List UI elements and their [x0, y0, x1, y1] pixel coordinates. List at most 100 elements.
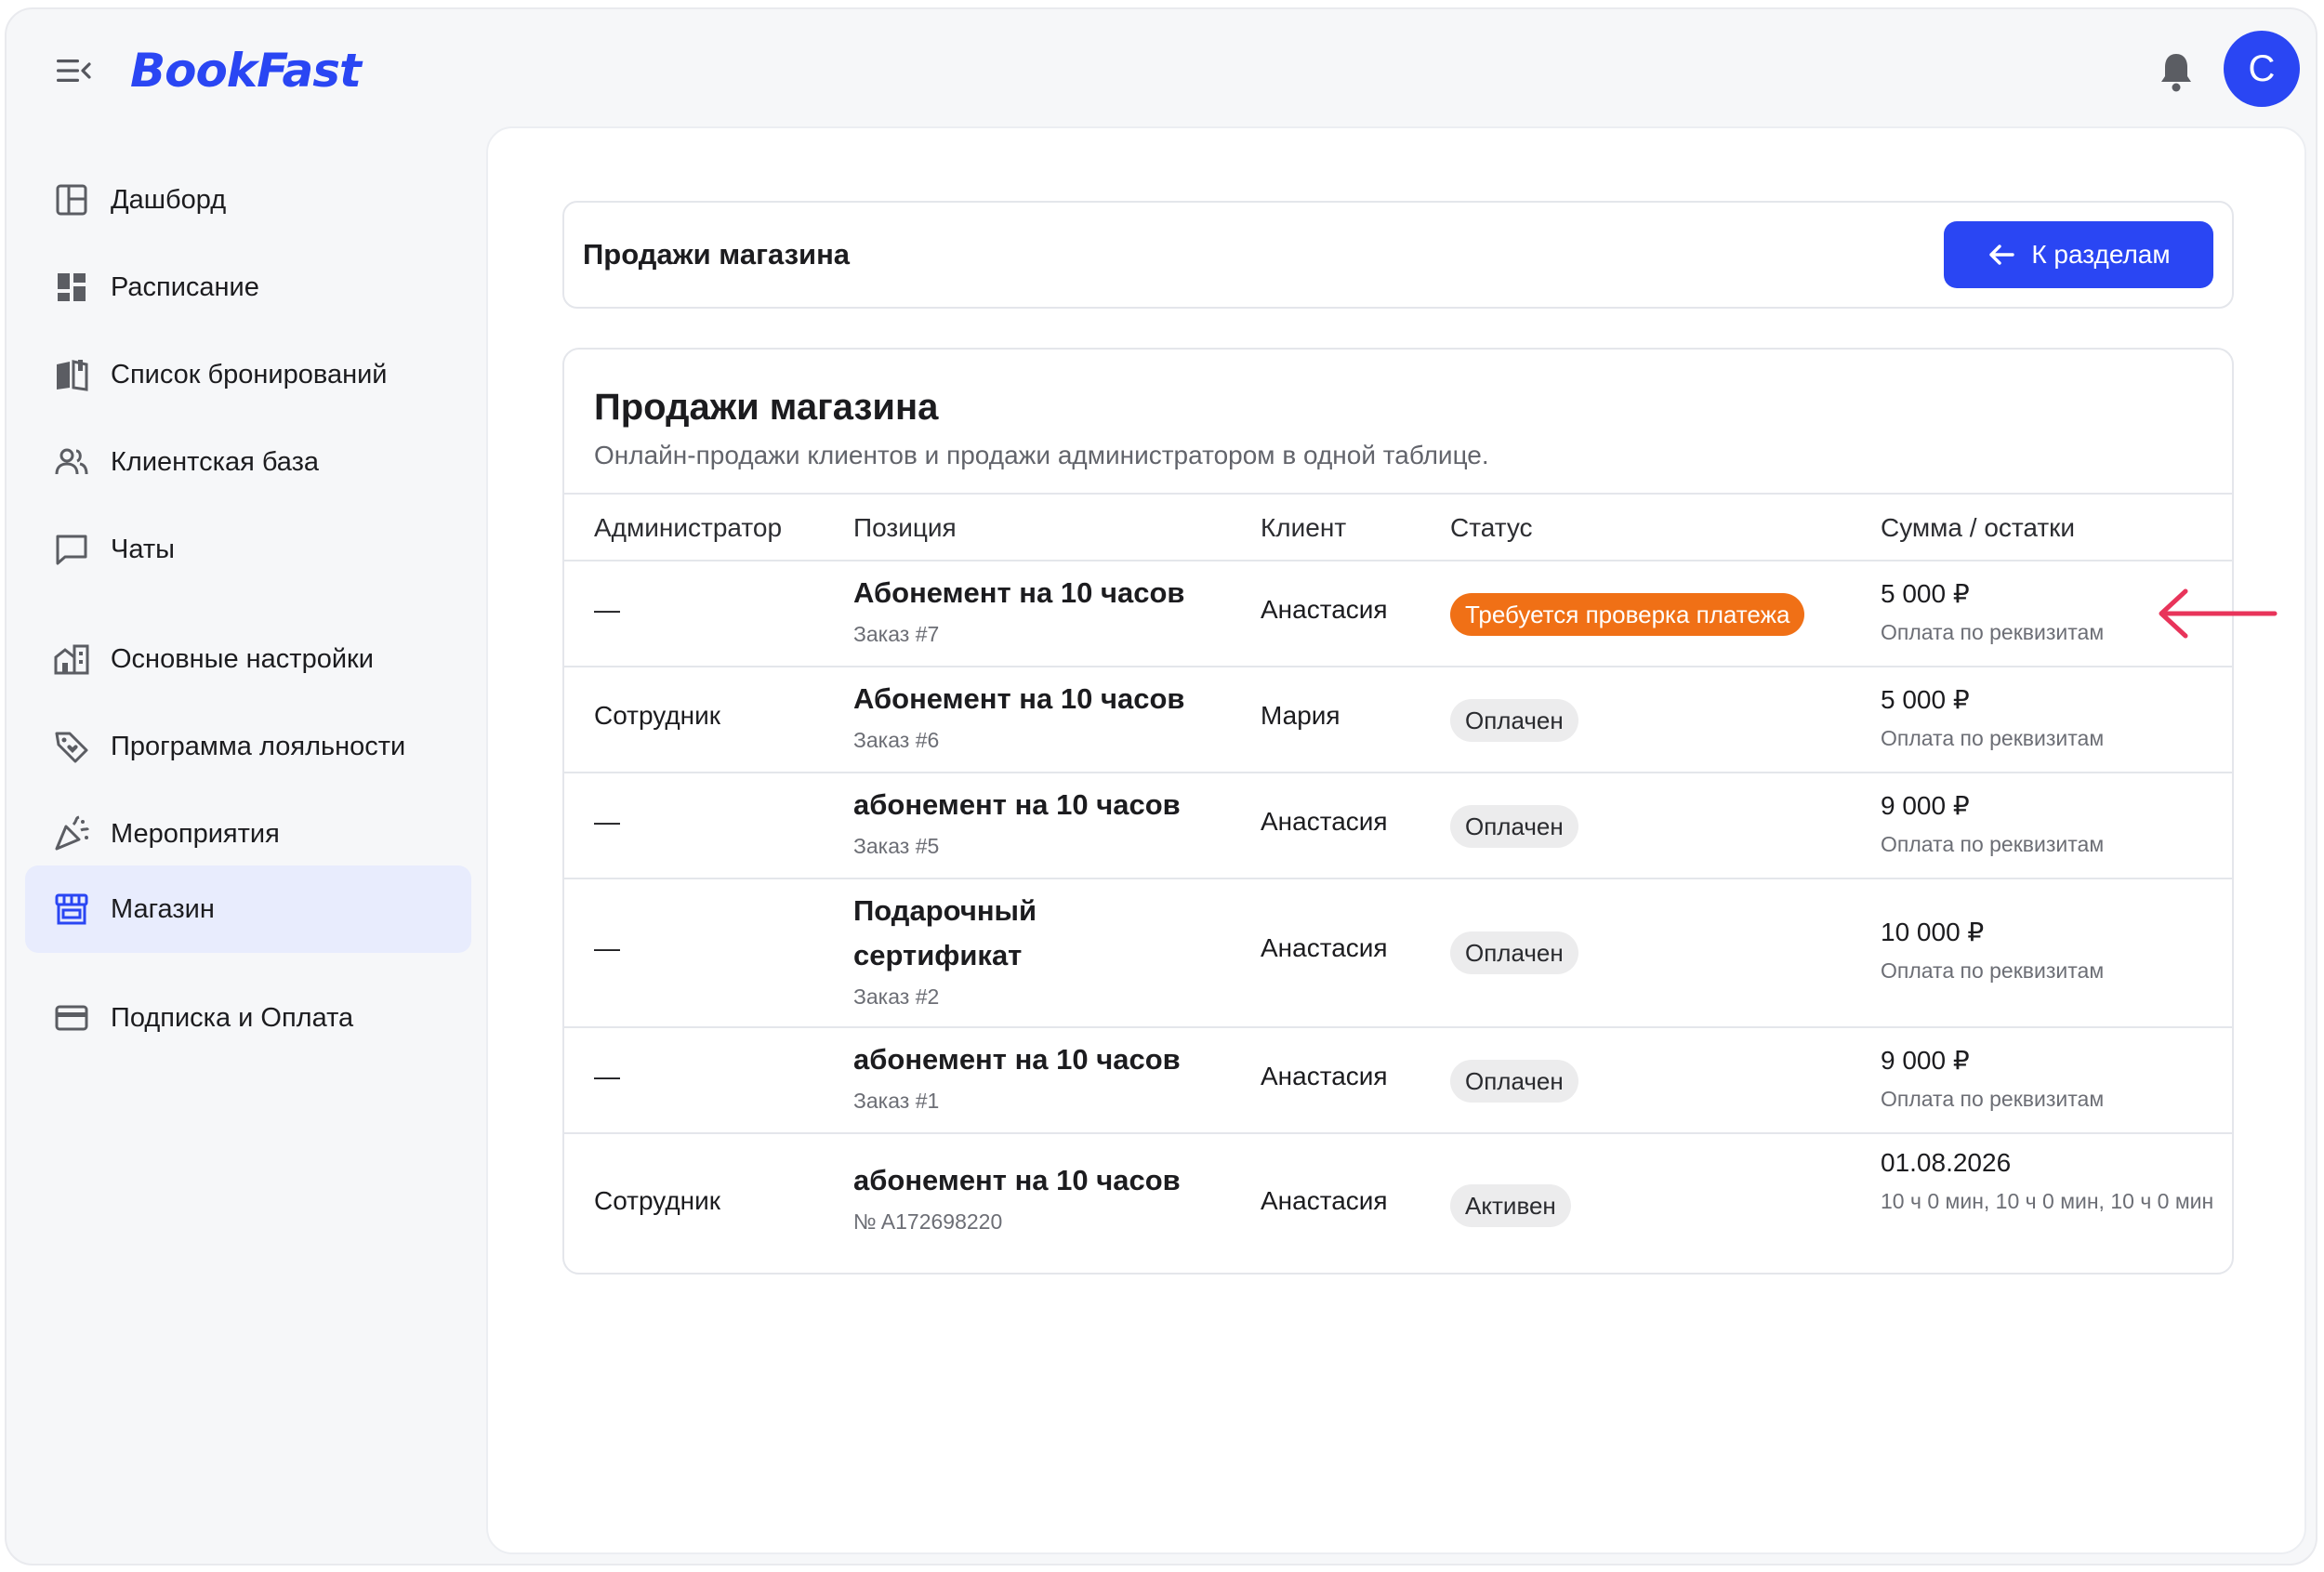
position-name: абонемент на 10 часов — [853, 1164, 1181, 1196]
sidebar-item-settings[interactable]: Основные настройки — [25, 615, 471, 703]
sum-value: 9 000 ₽ — [1881, 791, 1970, 820]
sidebar-item-events[interactable]: Мероприятия — [25, 790, 471, 878]
column-header-position[interactable]: Позиция — [853, 513, 957, 543]
status-badge: Оплачен — [1450, 1060, 1578, 1103]
menu-collapse-icon[interactable] — [55, 54, 92, 87]
admin-cell: Сотрудник — [594, 1186, 721, 1215]
sales-table-card: Продажи магазина Онлайн-продажи клиентов… — [562, 348, 2234, 1275]
back-to-sections-button[interactable]: К разделам — [1944, 221, 2213, 288]
position-name: абонемент на 10 часов — [853, 1043, 1181, 1076]
order-number: Заказ #1 — [853, 1089, 940, 1113]
grid-icon — [58, 273, 86, 301]
sidebar-item-label: Расписание — [111, 271, 259, 302]
admin-cell: — — [594, 807, 620, 836]
admin-cell: Сотрудник — [594, 701, 721, 730]
position-name: Подарочный сертификат — [853, 894, 1037, 971]
position-cell: Абонемент на 10 часов Заказ #7 — [853, 571, 1225, 651]
sum-value: 10 000 ₽ — [1881, 918, 1985, 946]
app-window: BookFast C Дашборд Расписание Список бро… — [5, 7, 2317, 1565]
sum-note: Оплата по реквизитам — [1881, 958, 2105, 983]
sidebar-item-label: Дашборд — [111, 184, 227, 215]
main-content: Продажи магазина К разделам Продажи мага… — [486, 126, 2306, 1554]
order-number: Заказ #2 — [853, 984, 940, 1009]
client-cell: Анастасия — [1261, 1186, 1388, 1215]
sum-note: Оплата по реквизитам — [1881, 1087, 2105, 1111]
client-cell: Анастасия — [1261, 933, 1388, 962]
sum-cell: 9 000 ₽ Оплата по реквизитам — [1881, 786, 2225, 863]
layout-icon — [56, 184, 87, 216]
admin-cell: — — [594, 1062, 620, 1090]
chat-icon — [56, 535, 87, 565]
table-header: Администратор Позиция Клиент Статус Сумм… — [564, 493, 2232, 561]
column-header-admin[interactable]: Администратор — [594, 513, 782, 543]
client-cell: Анастасия — [1261, 1062, 1388, 1090]
sidebar-item-label: Программа лояльности — [111, 731, 406, 761]
sidebar-item-label: Магазин — [111, 893, 215, 924]
sidebar-item-label: Чаты — [111, 534, 175, 564]
position-cell: абонемент на 10 часов Заказ #5 — [853, 783, 1225, 863]
table-row[interactable]: — абонемент на 10 часов Заказ #5 Анастас… — [564, 773, 2232, 879]
position-name: абонемент на 10 часов — [853, 788, 1181, 821]
sum-cell: 01.08.2026 10 ч 0 мин, 10 ч 0 мин, 10 ч … — [1881, 1143, 2225, 1220]
admin-cell: — — [594, 595, 620, 624]
book-icon — [57, 360, 88, 391]
position-cell: Подарочный сертификат Заказ #2 — [853, 889, 1095, 1013]
status-badge: Требуется проверка платежа — [1450, 593, 1805, 636]
order-number: № A172698220 — [853, 1209, 1003, 1234]
table-title: Продажи магазина — [594, 387, 939, 428]
sidebar-item-label: Основные настройки — [111, 643, 374, 674]
status-cell: Оплачен — [1450, 1060, 1578, 1103]
table-row[interactable]: — Абонемент на 10 часов Заказ #7 Анастас… — [564, 561, 2232, 667]
sum-note: Оплата по реквизитам — [1881, 726, 2105, 750]
position-cell: Абонемент на 10 часов Заказ #6 — [853, 677, 1225, 757]
sidebar-item-clients[interactable]: Клиентская база — [25, 418, 471, 506]
sidebar-item-label: Мероприятия — [111, 818, 280, 849]
sidebar-item-label: Клиентская база — [111, 446, 319, 477]
sum-value: 5 000 ₽ — [1881, 685, 1970, 714]
sum-cell: 10 000 ₽ Оплата по реквизитам — [1881, 913, 2225, 989]
sum-note: Оплата по реквизитам — [1881, 832, 2105, 856]
tag-icon — [55, 732, 88, 763]
position-name: Абонемент на 10 часов — [853, 682, 1185, 715]
table-row[interactable]: — Подарочный сертификат Заказ #2 Анастас… — [564, 879, 2232, 1028]
users-icon — [55, 448, 88, 475]
client-cell: Анастасия — [1261, 807, 1388, 836]
store-icon — [55, 893, 88, 925]
client-cell: Мария — [1261, 701, 1340, 730]
top-bar: BookFast C — [7, 9, 2316, 126]
sidebar-item-bookings[interactable]: Список бронирований — [25, 331, 471, 418]
sidebar-item-loyalty[interactable]: Программа лояльности — [25, 703, 471, 790]
sum-value: 01.08.2026 — [1881, 1148, 2012, 1177]
sidebar-item-label: Подписка и Оплата — [111, 1002, 354, 1033]
table-row[interactable]: Сотрудник абонемент на 10 часов № A17269… — [564, 1134, 2232, 1273]
order-number: Заказ #5 — [853, 834, 940, 858]
admin-cell: — — [594, 933, 620, 962]
column-header-status[interactable]: Статус — [1450, 513, 1533, 543]
arrow-left-icon — [1989, 244, 2015, 265]
column-header-client[interactable]: Клиент — [1261, 513, 1346, 543]
building-icon — [54, 644, 89, 675]
column-header-sum[interactable]: Сумма / остатки — [1881, 513, 2075, 543]
position-name: Абонемент на 10 часов — [853, 576, 1185, 609]
party-icon — [55, 815, 90, 851]
page-title: Продажи магазина — [583, 238, 851, 271]
arrow-left-icon — [2159, 588, 2278, 639]
logo[interactable]: BookFast — [130, 41, 362, 100]
sidebar-item-store[interactable]: Магазин — [25, 865, 471, 953]
sidebar-item-subscription[interactable]: Подписка и Оплата — [25, 974, 471, 1062]
section-header: Продажи магазина К разделам — [562, 201, 2234, 309]
sidebar-item-dashboard[interactable]: Дашборд — [25, 156, 471, 244]
order-number: Заказ #7 — [853, 622, 940, 646]
status-cell: Требуется проверка платежа — [1450, 593, 1805, 636]
sum-note: 10 ч 0 мин, 10 ч 0 мин, 10 ч 0 мин — [1881, 1189, 2214, 1213]
sidebar-item-chats[interactable]: Чаты — [25, 506, 471, 593]
bell-icon[interactable] — [2158, 50, 2195, 93]
sum-value: 9 000 ₽ — [1881, 1046, 1970, 1075]
avatar[interactable]: C — [2224, 31, 2300, 107]
table-row[interactable]: Сотрудник Абонемент на 10 часов Заказ #6… — [564, 667, 2232, 773]
sidebar-item-schedule[interactable]: Расписание — [25, 244, 471, 331]
sum-cell: 9 000 ₽ Оплата по реквизитам — [1881, 1041, 2225, 1117]
position-cell: абонемент на 10 часов № A172698220 — [853, 1158, 1225, 1238]
table-row[interactable]: — абонемент на 10 часов Заказ #1 Анастас… — [564, 1028, 2232, 1134]
sum-cell: 5 000 ₽ Оплата по реквизитам — [1881, 680, 2225, 757]
